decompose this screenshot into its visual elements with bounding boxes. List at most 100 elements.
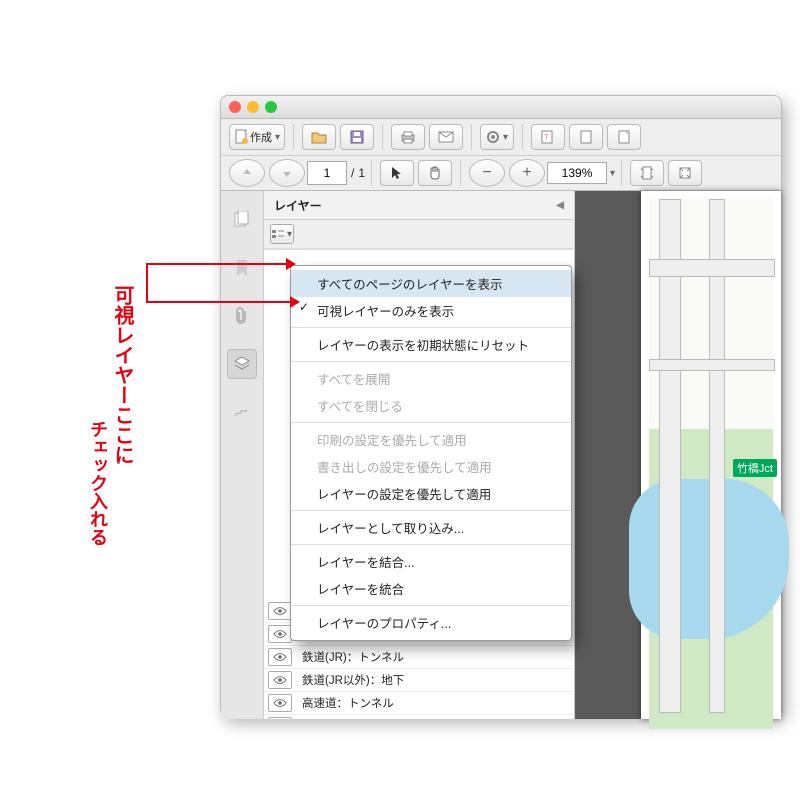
visibility-eye-icon[interactable] <box>268 694 292 712</box>
bookmarks-tab[interactable] <box>227 253 257 283</box>
menu-item[interactable]: レイヤーとして取り込み... <box>291 514 571 541</box>
visibility-eye-icon[interactable] <box>268 717 292 719</box>
zoom-window-button[interactable] <box>265 101 277 113</box>
paperclip-icon <box>234 307 250 325</box>
visibility-eye-icon[interactable] <box>268 602 292 620</box>
menu-item[interactable]: レイヤーの表示を初期状態にリセット <box>291 331 571 358</box>
text-edit-icon: T <box>541 130 555 144</box>
layer-row[interactable]: 鉄道(JR)：トンネル <box>264 646 574 669</box>
document-page: 竹橋Jct <box>641 191 781 719</box>
menu-separator <box>291 510 571 511</box>
text-edit-button[interactable]: T <box>531 124 565 150</box>
page-number-input[interactable] <box>307 161 347 185</box>
main-toolbar: 作成 ▾ ▾ T <box>221 119 781 156</box>
stamp-button[interactable] <box>607 124 641 150</box>
select-tool-button[interactable] <box>380 160 414 186</box>
arrow-down-icon <box>282 168 292 178</box>
print-button[interactable] <box>391 124 425 150</box>
prev-page-button[interactable] <box>229 159 265 187</box>
layers-icon <box>233 355 251 373</box>
layers-tab[interactable] <box>227 349 257 379</box>
thumbnails-tab[interactable] <box>227 205 257 235</box>
options-list-icon <box>272 229 284 239</box>
page-sep: / <box>351 166 354 180</box>
road-segment <box>649 259 775 277</box>
save-button[interactable] <box>340 124 374 150</box>
zoom-in-button[interactable]: + <box>509 159 545 187</box>
collapse-panel-icon[interactable]: ◀ <box>556 200 564 211</box>
nav-toolbar: / 1 − + ▾ <box>221 156 781 191</box>
layer-name: 都道府県道：トンネル <box>302 718 417 719</box>
page-icon <box>579 130 593 144</box>
hand-tool-button[interactable] <box>418 160 452 186</box>
svg-text:T: T <box>544 133 549 142</box>
menu-item: すべてを閉じる <box>291 392 571 419</box>
layer-row[interactable]: 鉄道(JR以外)：地下 <box>264 669 574 692</box>
cursor-icon <box>390 166 404 180</box>
annotation-main-text: 可視レイヤーここに <box>108 285 137 465</box>
layer-row[interactable]: 高速道：トンネル <box>264 692 574 715</box>
floppy-icon <box>350 130 364 144</box>
layer-name: 鉄道(JR以外)：地下 <box>302 672 404 688</box>
menu-item[interactable]: レイヤーを結合... <box>291 548 571 575</box>
titlebar[interactable] <box>221 96 781 119</box>
settings-button[interactable]: ▾ <box>480 124 514 150</box>
close-window-button[interactable] <box>229 101 241 113</box>
fit-width-icon <box>678 166 692 180</box>
layers-panel-header: レイヤー ◀ <box>264 191 574 220</box>
menu-item[interactable]: レイヤーのプロパティ... <box>291 609 571 636</box>
menu-item: すべてを展開 <box>291 365 571 392</box>
zoom-value-input[interactable] <box>547 162 607 184</box>
visibility-eye-icon[interactable] <box>268 671 292 689</box>
navigation-pane <box>221 191 264 719</box>
layers-options-row: ▾ <box>264 220 574 249</box>
document-star-icon <box>234 129 250 145</box>
page-total: 1 <box>358 166 365 180</box>
fit-width-button[interactable] <box>668 160 702 186</box>
layer-row[interactable]: 都道府県道：トンネル <box>264 715 574 719</box>
arrowhead-icon <box>290 296 300 308</box>
junction-label: 竹橋Jct <box>733 459 777 477</box>
menu-separator <box>291 605 571 606</box>
attachments-tab[interactable] <box>227 301 257 331</box>
layer-name: 高速道：トンネル <box>302 695 394 711</box>
menu-item[interactable]: レイヤーを統合 <box>291 575 571 602</box>
page-corner-icon <box>617 130 631 144</box>
create-pdf-button[interactable]: 作成 ▾ <box>229 124 285 150</box>
annotation-main: 可視レイヤーここに <box>108 285 137 468</box>
chevron-down-icon[interactable]: ▾ <box>610 168 615 179</box>
chevron-down-icon: ▾ <box>275 132 280 143</box>
document-area[interactable]: 竹橋Jct <box>575 191 781 719</box>
minimize-window-button[interactable] <box>247 101 259 113</box>
next-page-button[interactable] <box>269 159 305 187</box>
menu-item[interactable]: レイヤーの設定を優先して適用 <box>291 480 571 507</box>
email-button[interactable] <box>429 124 463 150</box>
callout-arrow-2 <box>146 301 290 303</box>
highlight-button[interactable] <box>569 124 603 150</box>
arrowhead-icon <box>286 258 296 270</box>
annotation-check: チェック入れる <box>85 420 111 546</box>
menu-item[interactable]: すべてのページのレイヤーを表示 <box>291 270 571 297</box>
visibility-eye-icon[interactable] <box>268 648 292 666</box>
folder-open-icon <box>311 130 327 144</box>
signatures-tab[interactable] <box>227 397 257 427</box>
menu-item[interactable]: 可視レイヤーのみを表示 <box>291 297 571 324</box>
layers-options-button[interactable]: ▾ <box>270 224 294 244</box>
menu-item: 書き出しの設定を優先して適用 <box>291 453 571 480</box>
chevron-down-icon: ▾ <box>503 132 508 143</box>
zoom-out-button[interactable]: − <box>469 159 505 187</box>
visibility-eye-icon[interactable] <box>268 625 292 643</box>
fit-page-button[interactable] <box>630 160 664 186</box>
layer-name: 鉄道(JR)：トンネル <box>302 649 404 665</box>
road-segment <box>649 359 775 371</box>
create-button-label: 作成 <box>250 129 272 145</box>
arrow-up-icon <box>242 168 252 178</box>
open-button[interactable] <box>302 124 336 150</box>
annotation-check-text: チェック入れる <box>85 420 111 546</box>
pages-icon <box>233 211 251 229</box>
callout-arrow-1 <box>146 263 286 265</box>
signature-icon <box>233 404 251 420</box>
map-preview: 竹橋Jct <box>649 199 773 711</box>
layers-options-menu[interactable]: すべてのページのレイヤーを表示可視レイヤーのみを表示レイヤーの表示を初期状態にリ… <box>290 265 572 641</box>
menu-separator <box>291 361 571 362</box>
